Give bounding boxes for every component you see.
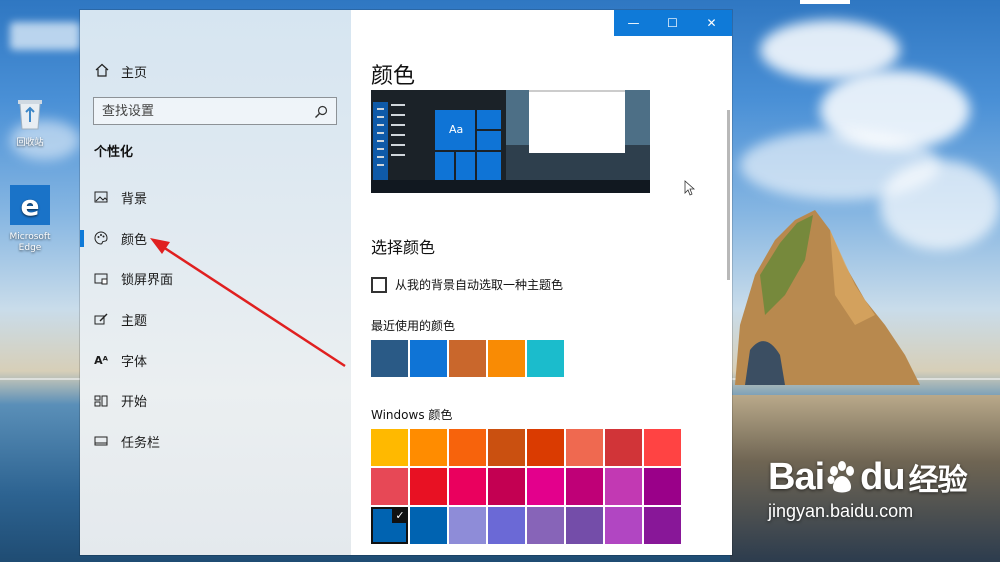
close-button[interactable]: ✕ (692, 10, 731, 36)
baidu-watermark: Bai du 经验 jingyan.baidu.com (768, 455, 968, 522)
minimize-button[interactable]: — (614, 10, 653, 36)
windows-color-swatch[interactable]: ✓ (371, 507, 408, 544)
auto-pick-color-option[interactable]: 从我的背景自动选取一种主题色 (371, 276, 563, 293)
sidebar-item-label: 开始 (121, 395, 148, 411)
windows-color-swatch[interactable] (371, 468, 408, 505)
sidebar-item-label: 颜色 (121, 232, 148, 248)
font-icon: Aᴬ (94, 353, 108, 367)
window-controls: — ☐ ✕ (614, 10, 732, 36)
section-title: 个性化 (94, 145, 134, 160)
windows-color-swatch[interactable] (605, 468, 642, 505)
auto-pick-checkbox[interactable] (371, 276, 387, 293)
mouse-cursor-icon (684, 180, 696, 200)
recent-colors-label: 最近使用的颜色 (371, 319, 456, 333)
sidebar-item-themes[interactable]: 主题 (80, 299, 351, 340)
recent-color-swatch[interactable] (488, 340, 525, 377)
auto-pick-label: 从我的背景自动选取一种主题色 (395, 278, 564, 292)
scrollbar[interactable] (727, 110, 730, 280)
recycle-bin-icon (0, 95, 60, 135)
search-box[interactable] (93, 97, 337, 125)
watermark-brand-cn: 经验 (908, 464, 968, 497)
recent-color-swatch[interactable] (449, 340, 486, 377)
windows-colors-grid: ✓ (371, 429, 684, 544)
lock-screen-icon (94, 272, 108, 286)
paw-icon (825, 460, 859, 494)
recent-color-swatch[interactable] (410, 340, 447, 377)
windows-color-swatch[interactable] (566, 507, 603, 544)
windows-color-swatch[interactable] (488, 429, 525, 466)
home-label: 主页 (121, 66, 148, 81)
taskbar-icon (94, 434, 108, 448)
sidebar-item-taskbar[interactable]: 任务栏 (80, 421, 351, 462)
windows-color-swatch[interactable] (566, 429, 603, 466)
desktop-icon-recycle-bin[interactable]: 回收站 (0, 95, 60, 149)
windows-color-swatch[interactable] (527, 507, 564, 544)
windows-color-swatch[interactable] (449, 429, 486, 466)
home-icon (95, 63, 109, 81)
settings-window: 主页 个性化 背景 颜色 (80, 10, 732, 555)
windows-color-swatch[interactable] (449, 507, 486, 544)
sidebar-item-lock-screen[interactable]: 锁屏界面 (80, 258, 351, 299)
sidebar-item-label: 主题 (121, 313, 148, 329)
search-icon[interactable] (314, 104, 328, 118)
sidebar-item-label: 背景 (121, 191, 148, 207)
windows-color-swatch[interactable] (449, 468, 486, 505)
windows-color-swatch[interactable] (644, 468, 681, 505)
preview-tile-text: Aa (449, 123, 464, 136)
home-link[interactable]: 主页 (95, 62, 147, 81)
desktop-icon-label: Microsoft Edge (9, 232, 51, 253)
windows-color-swatch[interactable] (488, 468, 525, 505)
windows-color-swatch[interactable] (410, 429, 447, 466)
checkmark-icon: ✓ (392, 507, 408, 523)
sidebar-nav: 背景 颜色 锁屏界面 主题 Aᴬ 字体 开始 任务栏 (80, 177, 351, 462)
sidebar-item-start[interactable]: 开始 (80, 380, 351, 421)
sidebar-item-label: 任务栏 (121, 435, 161, 451)
recent-color-swatch[interactable] (371, 340, 408, 377)
brush-icon (94, 312, 108, 326)
desktop-icon-edge[interactable]: e Microsoft Edge (0, 185, 60, 254)
windows-color-swatch[interactable] (488, 507, 525, 544)
sidebar-item-fonts[interactable]: Aᴬ 字体 (80, 340, 351, 381)
desktop-icon-label: 回收站 (16, 138, 44, 148)
theme-preview: Aa (371, 90, 650, 193)
settings-sidebar: 主页 个性化 背景 颜色 (80, 10, 351, 555)
recent-colors (371, 340, 564, 377)
maximize-button[interactable]: ☐ (653, 10, 692, 36)
page-title: 颜色 (371, 64, 416, 89)
windows-color-swatch[interactable] (410, 468, 447, 505)
windows-color-swatch[interactable] (644, 429, 681, 466)
start-icon (94, 394, 108, 408)
windows-color-swatch[interactable] (410, 507, 447, 544)
windows-color-swatch[interactable] (644, 507, 681, 544)
watermark-url: jingyan.baidu.com (768, 501, 914, 521)
windows-colors-label: Windows 颜色 (371, 408, 453, 422)
watermark-brand-suffix: du (860, 455, 905, 498)
search-input[interactable] (102, 103, 314, 119)
edge-icon: e (0, 185, 60, 229)
svg-text:e: e (21, 189, 40, 222)
choose-color-heading: 选择颜色 (371, 238, 436, 257)
sidebar-item-label: 字体 (121, 354, 148, 370)
rock-arch (735, 210, 920, 385)
windows-color-swatch[interactable] (527, 429, 564, 466)
palette-icon (94, 231, 108, 245)
windows-color-swatch[interactable] (566, 468, 603, 505)
recent-color-swatch[interactable] (527, 340, 564, 377)
windows-color-swatch[interactable] (605, 429, 642, 466)
watermark-brand: Bai (768, 455, 825, 498)
sidebar-item-label: 锁屏界面 (121, 273, 174, 289)
windows-color-swatch[interactable] (371, 429, 408, 466)
windows-color-swatch[interactable] (605, 507, 642, 544)
windows-color-swatch[interactable] (527, 468, 564, 505)
sidebar-item-background[interactable]: 背景 (80, 177, 351, 218)
settings-content: — ☐ ✕ 颜色 Aa 选择颜色 从我的背景自动选取一种主题色 最近使用的颜色 … (351, 10, 732, 555)
picture-icon (94, 190, 108, 204)
sidebar-item-colors[interactable]: 颜色 (80, 218, 351, 259)
